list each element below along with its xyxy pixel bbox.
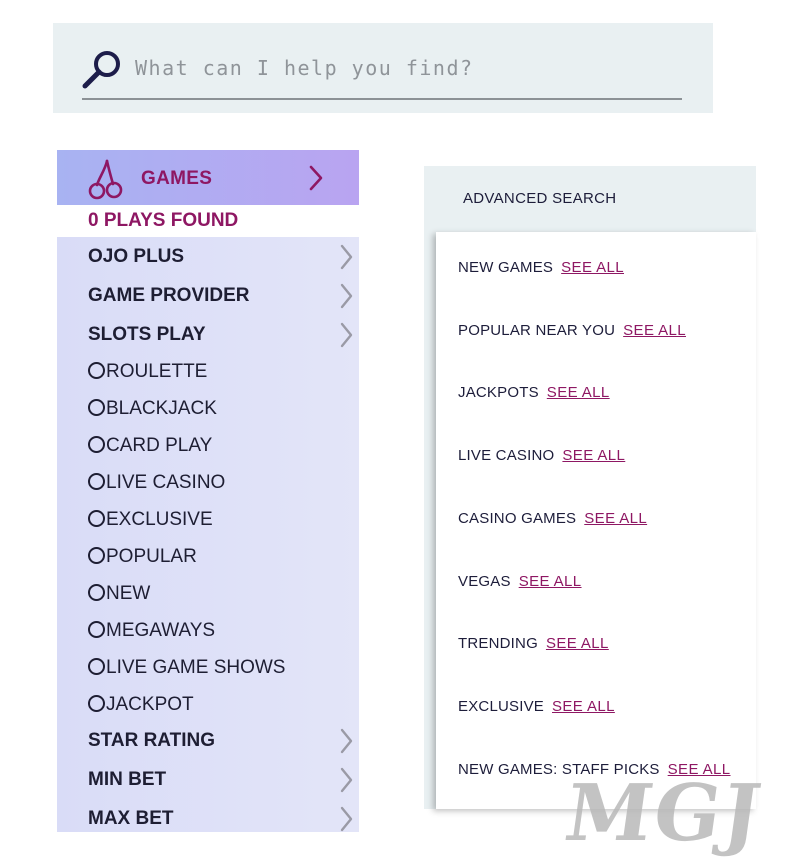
filter-option[interactable]: CARD PLAY	[88, 430, 359, 462]
chevron-right-icon	[340, 244, 353, 270]
category-name: LIVE CASINO	[458, 447, 555, 464]
filter-label: MIN BET	[88, 769, 167, 790]
filter-label: NEW	[106, 583, 151, 604]
filter-option[interactable]: EXCLUSIVE	[88, 504, 359, 536]
advanced-search-edge	[424, 232, 436, 809]
category-name: JACKPOTS	[458, 384, 539, 401]
see-all-link[interactable]: SEE ALL	[561, 259, 624, 276]
see-all-link[interactable]: SEE ALL	[623, 322, 686, 339]
filter-option[interactable]: ROULETTE	[88, 356, 359, 388]
radio-button[interactable]	[88, 621, 105, 638]
radio-button[interactable]	[88, 362, 105, 379]
filter-label: CARD PLAY	[106, 435, 213, 456]
filter-label: SLOTS PLAY	[88, 324, 206, 345]
category-row: TRENDING SEE ALL	[458, 635, 609, 652]
chevron-right-icon	[340, 283, 353, 309]
chevron-right-icon	[340, 322, 353, 348]
radio-button[interactable]	[88, 510, 105, 527]
watermark-logo: MGJ	[559, 768, 769, 859]
see-all-link[interactable]: SEE ALL	[547, 384, 610, 401]
radio-button[interactable]	[88, 547, 105, 564]
search-bar	[53, 23, 713, 113]
filter-option[interactable]: MEGAWAYS	[88, 615, 359, 647]
radio-button[interactable]	[88, 584, 105, 601]
category-name: EXCLUSIVE	[458, 698, 544, 715]
filter-label: LIVE CASINO	[106, 472, 226, 493]
filter-label: ROULETTE	[106, 361, 208, 382]
category-row: CASINO GAMES SEE ALL	[458, 510, 647, 527]
see-all-link[interactable]: SEE ALL	[562, 447, 625, 464]
filter-label: GAME PROVIDER	[88, 285, 250, 306]
games-filter-label: GAMES	[141, 168, 213, 189]
chevron-right-icon	[340, 767, 353, 793]
search-input[interactable]	[135, 52, 675, 84]
filter-label: POPULAR	[106, 546, 197, 567]
filter-section[interactable]: GAME PROVIDER	[88, 280, 359, 312]
filter-section[interactable]: SLOTS PLAY	[88, 319, 359, 351]
filter-label: MAX BET	[88, 808, 174, 829]
radio-button[interactable]	[88, 658, 105, 675]
filter-label: EXCLUSIVE	[106, 509, 213, 530]
filter-option[interactable]: NEW	[88, 578, 359, 610]
category-row: NEW GAMES SEE ALL	[458, 259, 624, 276]
see-all-link[interactable]: SEE ALL	[546, 635, 609, 652]
chevron-right-icon	[340, 728, 353, 754]
category-row: JACKPOTS SEE ALL	[458, 384, 610, 401]
filter-label: STAR RATING	[88, 730, 216, 751]
filter-label: OJO PLUS	[88, 246, 185, 267]
search-underline	[82, 98, 682, 100]
category-row: LIVE CASINO SEE ALL	[458, 447, 625, 464]
category-row: POPULAR NEAR YOU SEE ALL	[458, 322, 686, 339]
filter-label: MEGAWAYS	[106, 620, 216, 641]
radio-button[interactable]	[88, 399, 105, 416]
radio-button[interactable]	[88, 695, 105, 712]
filter-label: LIVE GAME SHOWS	[106, 657, 286, 678]
advanced-search-title: ADVANCED SEARCH	[463, 190, 617, 207]
games-filter-header[interactable]: GAMES	[57, 150, 359, 205]
filter-label: JACKPOT	[106, 694, 194, 715]
filter-section[interactable]: OJO PLUS	[88, 241, 359, 273]
category-name: NEW GAMES	[458, 259, 554, 276]
category-row: VEGAS SEE ALL	[458, 573, 582, 590]
plays-found-count: 0 PLAYS FOUND	[88, 210, 239, 231]
filter-option[interactable]: LIVE GAME SHOWS	[88, 652, 359, 684]
radio-button[interactable]	[88, 436, 105, 453]
filter-section[interactable]: MAX BET	[88, 803, 359, 835]
category-name: VEGAS	[458, 573, 511, 590]
filter-panel: GAMES 0 PLAYS FOUND OJO PLUS GAME PROVIDE…	[57, 150, 359, 832]
filter-option[interactable]: JACKPOT	[88, 689, 359, 721]
chevron-right-icon	[309, 165, 323, 191]
category-name: POPULAR NEAR YOU	[458, 322, 616, 339]
filter-option[interactable]: POPULAR	[88, 541, 359, 573]
category-name: TRENDING	[458, 635, 538, 652]
see-all-link[interactable]: SEE ALL	[584, 510, 647, 527]
category-row: EXCLUSIVE SEE ALL	[458, 698, 615, 715]
filter-section[interactable]: MIN BET	[88, 764, 359, 796]
filter-option[interactable]: BLACKJACK	[88, 393, 359, 425]
see-all-link[interactable]: SEE ALL	[519, 573, 582, 590]
see-all-link[interactable]: SEE ALL	[552, 698, 615, 715]
magnifier-icon	[82, 51, 120, 89]
filter-option[interactable]: LIVE CASINO	[88, 467, 359, 499]
cherry-icon	[88, 159, 123, 200]
advanced-search-header: ADVANCED SEARCH	[424, 166, 756, 232]
filter-label: BLACKJACK	[106, 398, 217, 419]
filter-section[interactable]: STAR RATING	[88, 725, 359, 757]
category-name: CASINO GAMES	[458, 510, 577, 527]
advanced-search-panel: ADVANCED SEARCH NEW GAMES SEE ALL POPULAR …	[424, 166, 756, 809]
radio-button[interactable]	[88, 473, 105, 490]
chevron-right-icon	[340, 806, 353, 832]
